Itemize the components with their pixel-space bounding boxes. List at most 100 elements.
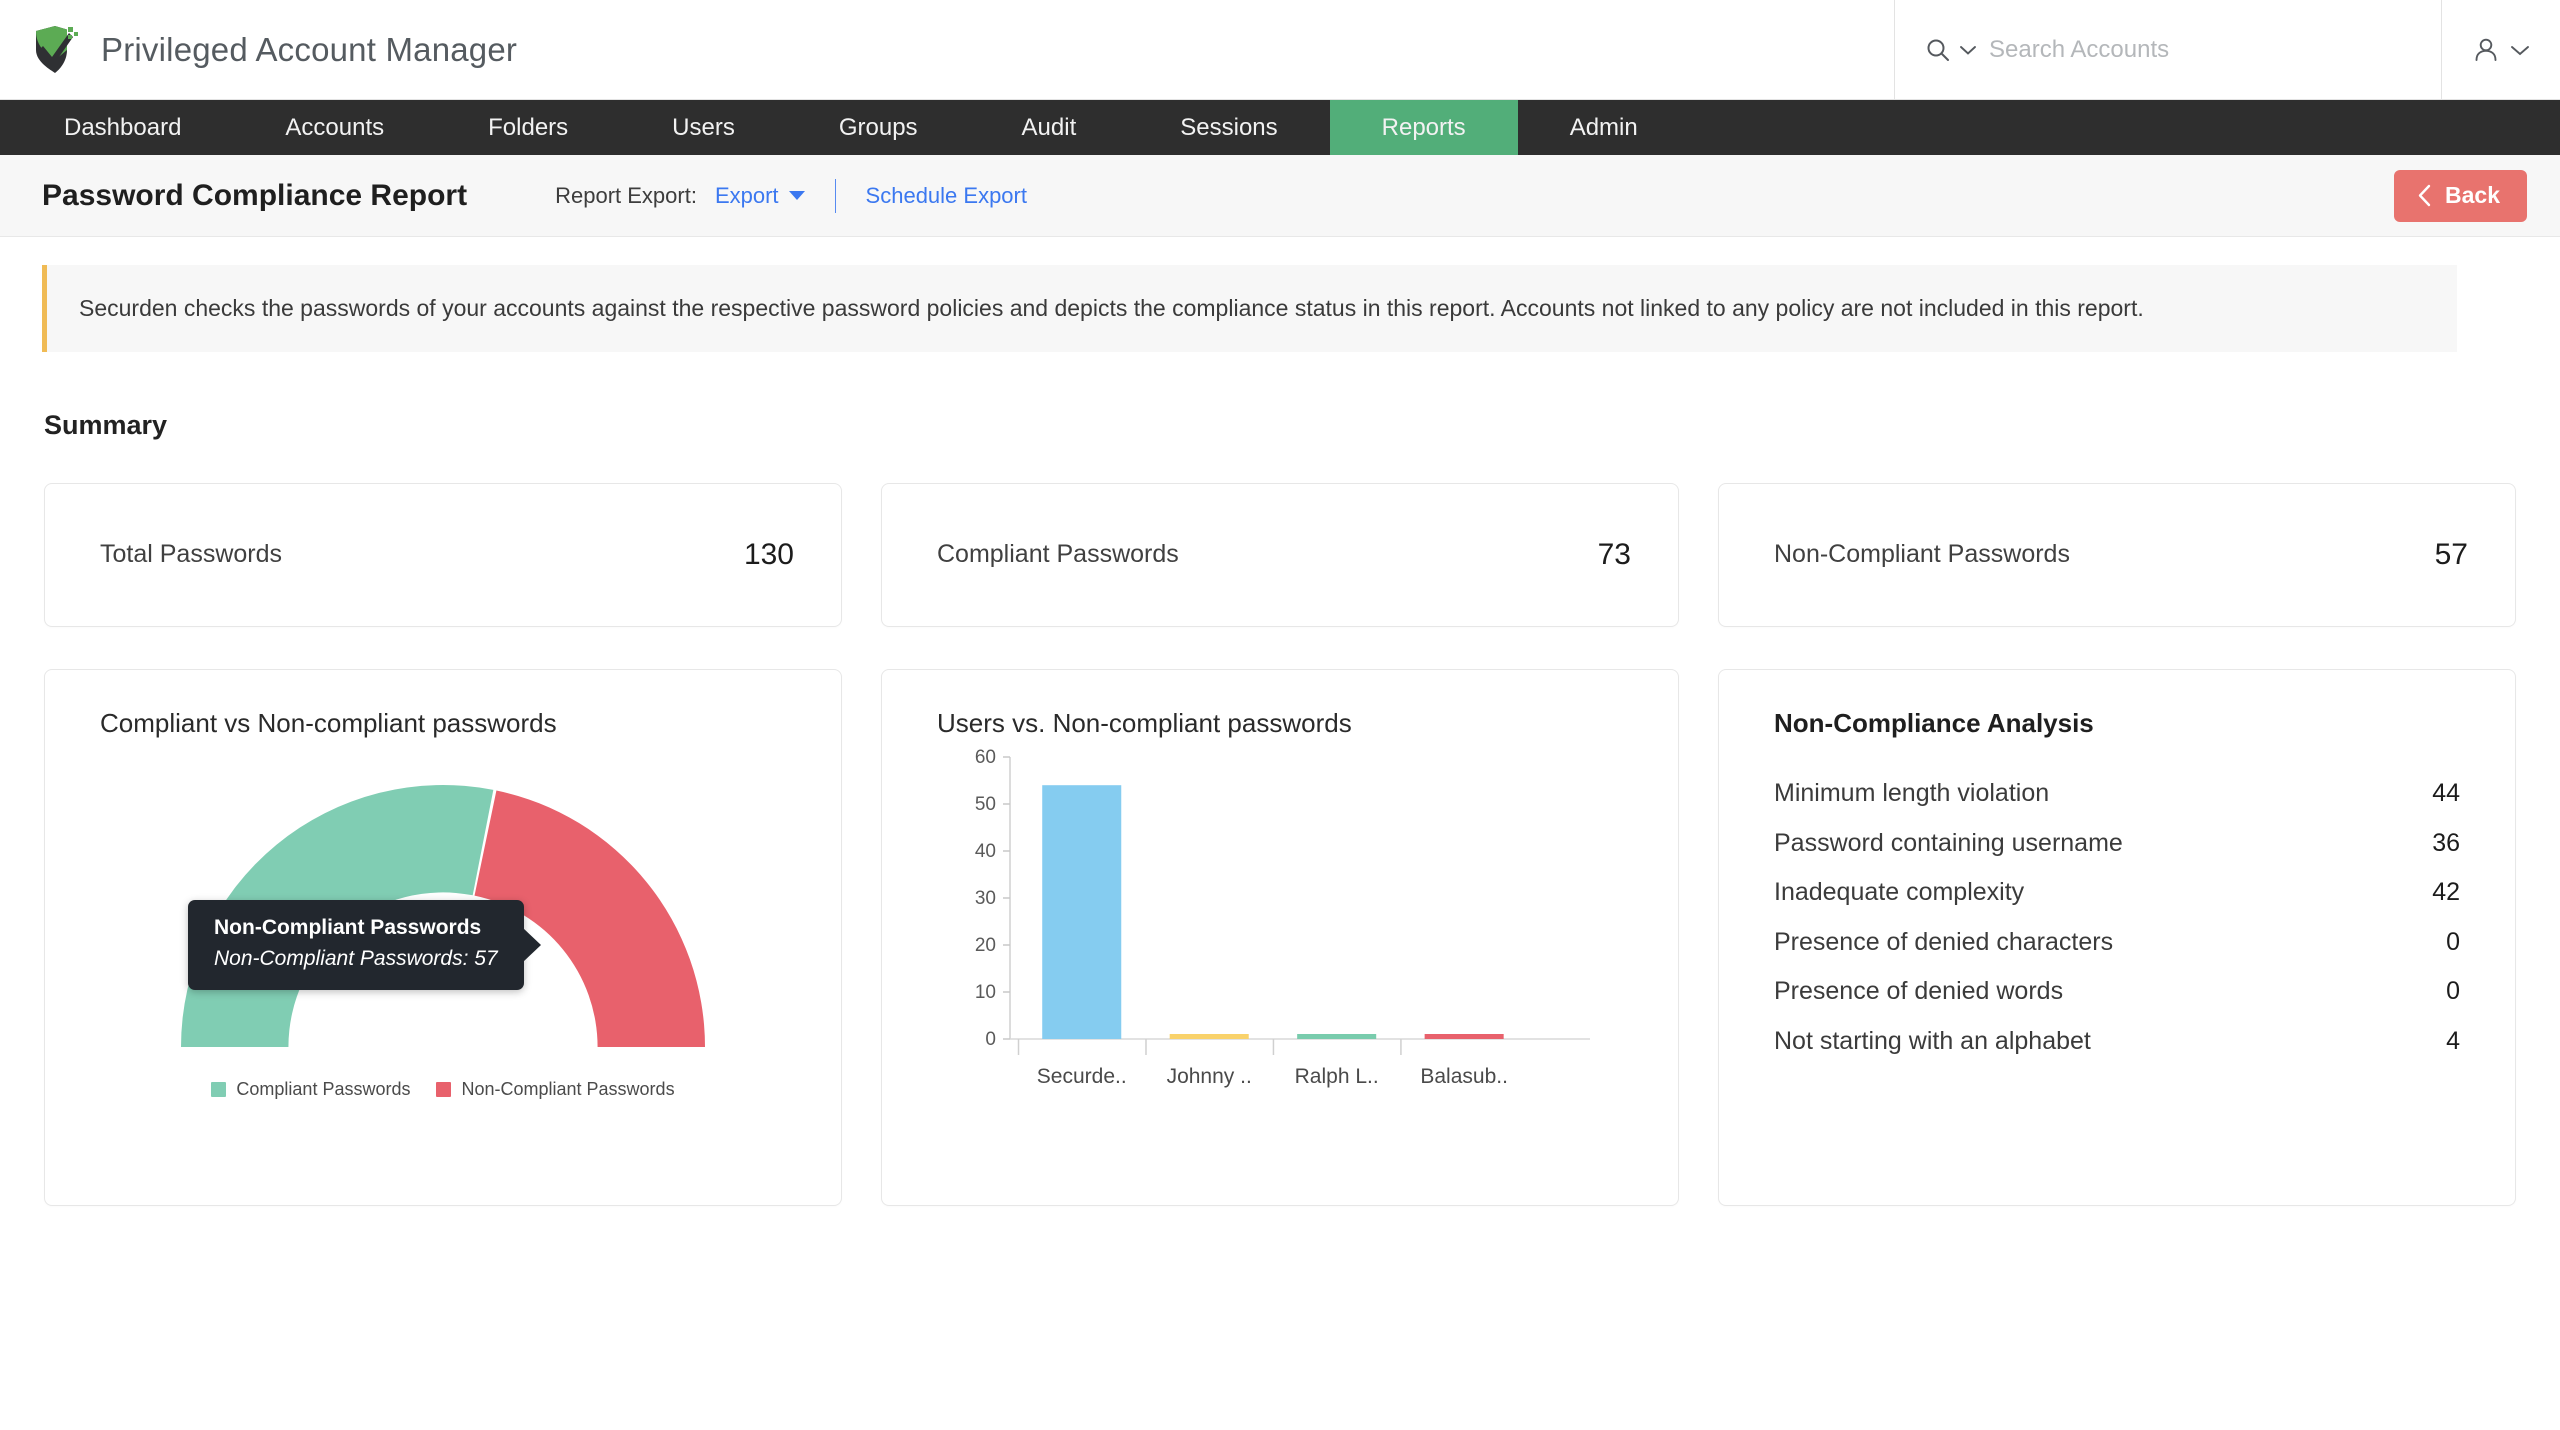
bar[interactable] [1297,1033,1377,1039]
analysis-value: 4 [2446,1026,2460,1055]
x-tick-label: Ralph L.. [1295,1065,1379,1088]
analysis-value: 36 [2432,828,2460,857]
stat-label: Non-Compliant Passwords [1774,540,2070,569]
y-tick-label: 60 [975,747,996,768]
chevron-down-icon[interactable] [1959,44,1977,56]
analysis-list: Minimum length violation 44 Password con… [1719,739,2515,1067]
analysis-label: Presence of denied words [1774,977,2064,1006]
user-menu[interactable] [2441,0,2560,100]
tooltip-title: Non-Compliant Passwords [214,915,482,939]
summary-stats-row: Total Passwords 130 Compliant Passwords … [44,482,2516,627]
stat-card-compliant-passwords: Compliant Passwords 73 [881,482,1679,627]
analysis-value: 44 [2432,778,2460,807]
y-tick-label: 40 [975,841,996,862]
top-bar: Privileged Account Manager [0,0,2560,100]
chevron-left-icon [2418,184,2431,207]
stat-label: Total Passwords [100,540,283,569]
nav-item-reports[interactable]: Reports [1329,100,1518,155]
charts-row: Compliant vs Non-compliant passwords Non… [44,668,2516,1206]
nav-item-folders[interactable]: Folders [436,100,620,155]
y-tick-label: 10 [975,982,996,1003]
page-content: Securden checks the passwords of your ac… [0,265,2560,1206]
export-dropdown[interactable]: Export [715,183,805,209]
legend-label: Non-Compliant Passwords [461,1078,675,1099]
shield-check-logo [36,25,78,73]
analysis-row: Inadequate complexity 42 [1774,868,2460,918]
y-tick-label: 30 [975,888,996,909]
stat-label: Compliant Passwords [937,540,1179,569]
bar[interactable] [1042,784,1122,1039]
report-export-group: Report Export: Export Schedule Export [555,178,1027,213]
legend-swatch [211,1081,227,1097]
schedule-export-link[interactable]: Schedule Export [866,183,1027,209]
main-navigation: Dashboard Accounts Folders Users Groups … [0,100,2560,155]
nav-item-accounts[interactable]: Accounts [233,100,436,155]
bar-chart-title: Users vs. Non-compliant passwords [937,707,1352,738]
analysis-label: Inadequate complexity [1774,878,2025,907]
analysis-row: Not starting with an alphabet 4 [1774,1017,2460,1067]
y-tick-label: 20 [975,935,996,956]
analysis-label: Not starting with an alphabet [1774,1026,2091,1055]
gauge-chart-card: Compliant vs Non-compliant passwords Non… [44,668,842,1206]
brand-title: Privileged Account Manager [101,30,518,68]
page-title: Password Compliance Report [42,178,468,212]
page-subheader: Password Compliance Report Report Export… [0,155,2560,237]
stat-value: 130 [743,537,794,571]
y-tick-label: 50 [975,794,996,815]
users-noncompliant-bar-chart[interactable]: 0 10 20 30 40 50 60 Securde.. Johnny .. Ralph L.… [930,739,1630,1109]
gauge-chart-area: Non-Compliant Passwords Non-Compliant Pa… [45,747,841,1077]
stat-value: 73 [1597,537,1631,571]
bar[interactable] [1169,1033,1249,1039]
x-tick-label: Securde.. [1037,1065,1127,1088]
legend-entry-compliant[interactable]: Compliant Passwords [211,1079,410,1100]
tooltip-arrow [522,927,541,962]
gauge-legend: Compliant Passwords Non-Compliant Passwo… [45,1079,841,1100]
analysis-row: Presence of denied characters 0 [1774,917,2460,967]
brand[interactable]: Privileged Account Manager [0,24,517,76]
user-icon[interactable] [2472,36,2500,64]
x-tick-label: Balasub.. [1420,1065,1508,1088]
analysis-title: Non-Compliance Analysis [1774,707,2094,738]
analysis-label: Minimum length violation [1774,778,2050,807]
export-dropdown-label: Export [714,182,779,208]
search-icon[interactable] [1925,37,1951,63]
stat-value: 57 [2434,537,2468,571]
analysis-row: Password containing username 36 [1774,818,2460,868]
search-input[interactable] [1989,36,2413,64]
stat-card-non-compliant-passwords: Non-Compliant Passwords 57 [1718,482,2516,627]
summary-heading: Summary [44,409,168,440]
tooltip-body: Non-Compliant Passwords: 57 [214,946,498,970]
search-icon-group[interactable] [1925,37,1977,63]
top-right-group [1894,0,2560,100]
y-tick-label: 0 [985,1029,996,1050]
bar-chart-card: Users vs. Non-compliant passwords 0 10 20 3… [881,668,1679,1206]
analysis-value: 0 [2446,977,2460,1006]
analysis-row: Minimum length violation 44 [1774,769,2460,819]
search-box[interactable] [1894,0,2441,100]
nav-item-groups[interactable]: Groups [787,100,970,155]
legend-swatch [436,1081,452,1097]
info-notice: Securden checks the passwords of your ac… [42,265,2457,352]
bar[interactable] [1424,1033,1504,1039]
back-button-label: Back [2445,182,2500,208]
divider [834,178,836,213]
back-button[interactable]: Back [2394,169,2527,222]
chevron-down-icon[interactable] [2510,44,2530,57]
nav-item-dashboard[interactable]: Dashboard [12,100,233,155]
analysis-value: 42 [2432,878,2460,907]
analysis-row: Presence of denied words 0 [1774,967,2460,1017]
caret-down-icon [788,191,805,200]
analysis-label: Password containing username [1774,828,2123,857]
nav-item-users[interactable]: Users [620,100,787,155]
report-export-label: Report Export: [555,182,697,208]
nav-item-sessions[interactable]: Sessions [1128,100,1329,155]
stat-card-total-passwords: Total Passwords 130 [44,482,842,627]
non-compliance-analysis-card: Non-Compliance Analysis Minimum length v… [1718,668,2516,1206]
nav-item-audit[interactable]: Audit [970,100,1129,155]
nav-item-admin[interactable]: Admin [1518,100,1690,155]
analysis-label: Presence of denied characters [1774,927,2114,956]
gauge-chart-title: Compliant vs Non-compliant passwords [100,707,557,738]
chart-tooltip: Non-Compliant Passwords Non-Compliant Pa… [188,899,541,990]
legend-entry-non-compliant[interactable]: Non-Compliant Passwords [436,1078,675,1100]
legend-label: Compliant Passwords [236,1078,411,1099]
